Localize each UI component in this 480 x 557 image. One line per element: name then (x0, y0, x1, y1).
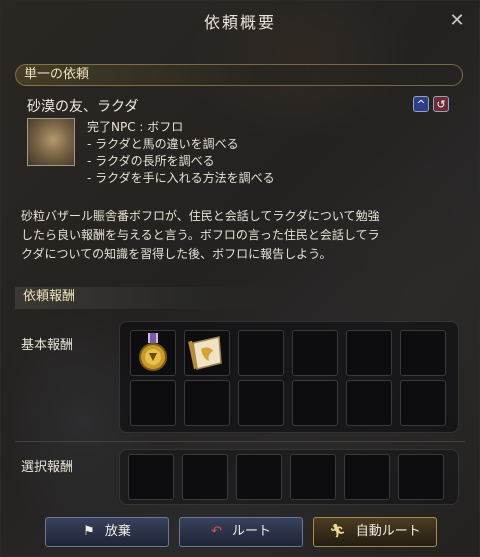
quest-detail: 完了NPC : ボフロ - ラクダと馬の違いを調べる - ラクダの長所を調べる … (87, 119, 275, 187)
abandon-button[interactable]: ⚑ 放棄 (45, 517, 169, 547)
select-reward-slot[interactable] (290, 454, 336, 500)
complete-npc: 完了NPC : ボフロ (87, 120, 184, 134)
route-label: ルート (231, 524, 271, 539)
route-arrow-icon: ↶ (211, 524, 222, 539)
window-title: 依頼概要 (203, 13, 276, 32)
quest-summary-window: 依頼概要 ✕ 単一の依頼 砂漠の友、ラクダ ^ ↺ 完了NPC : ボフロ - … (0, 0, 480, 557)
reward-slot[interactable] (400, 330, 446, 376)
select-reward-slot[interactable] (128, 454, 174, 500)
abandon-label: 放棄 (104, 524, 131, 539)
select-reward-label: 選択報酬 (21, 460, 74, 475)
quest-icons: ^ ↺ (413, 96, 449, 112)
select-reward-panel (119, 449, 459, 505)
objective-1: - ラクダと馬の違いを調べる (87, 137, 239, 151)
reward-slot[interactable] (130, 330, 176, 376)
auto-route-label: 自動ルート (355, 524, 421, 539)
route-button[interactable]: ↶ ルート (179, 517, 303, 547)
basic-reward-panel (119, 321, 459, 433)
reward-slot[interactable] (238, 330, 284, 376)
quest-description: 砂粒バザール賑舎番ボフロが、住民と会話してラクダについて勉強 したら良い報酬を与… (21, 207, 461, 264)
reward-slot[interactable] (184, 380, 230, 426)
select-reward-slot[interactable] (236, 454, 282, 500)
main-quest-icon[interactable]: ^ (413, 96, 429, 112)
objective-2: - ラクダの長所を調べる (87, 154, 215, 168)
reward-slot[interactable] (292, 330, 338, 376)
reward-slot[interactable] (130, 380, 176, 426)
basic-reward-label: 基本報酬 (21, 338, 74, 353)
reward-slot[interactable] (346, 330, 392, 376)
select-reward-slot[interactable] (344, 454, 390, 500)
objective-3: - ラクダを手に入れる方法を調べる (87, 171, 275, 185)
reward-slot[interactable] (238, 380, 284, 426)
quest-title: 砂漠の友、ラクダ (27, 99, 139, 115)
quest-share-icon[interactable]: ↺ (433, 96, 449, 112)
select-reward-slot[interactable] (398, 454, 444, 500)
flag-icon: ⚑ (83, 524, 95, 539)
reward-slot[interactable] (292, 380, 338, 426)
rewards-header: 依頼報酬 (15, 287, 315, 309)
auto-route-button[interactable]: 🏃︎ 自動ルート (313, 517, 437, 547)
scroll-icon (188, 336, 222, 370)
section-divider (15, 441, 465, 442)
description-line: したら良い報酬を与えると言う。ボフロの言った住民と会話してラ (21, 228, 380, 242)
select-reward-slot[interactable] (182, 454, 228, 500)
quest-type-header: 単一の依頼 (15, 64, 463, 86)
medal-icon (139, 333, 167, 371)
reward-slot[interactable] (184, 330, 230, 376)
reward-slot[interactable] (346, 380, 392, 426)
running-figure-icon: 🏃︎ (329, 524, 346, 539)
description-line: クダについての知識を習得した後、ボフロに報告しよう。 (21, 247, 332, 261)
npc-portrait (27, 118, 75, 166)
close-icon[interactable]: ✕ (447, 11, 467, 31)
reward-slot[interactable] (400, 380, 446, 426)
description-line: 砂粒バザール賑舎番ボフロが、住民と会話してラクダについて勉強 (21, 209, 380, 223)
